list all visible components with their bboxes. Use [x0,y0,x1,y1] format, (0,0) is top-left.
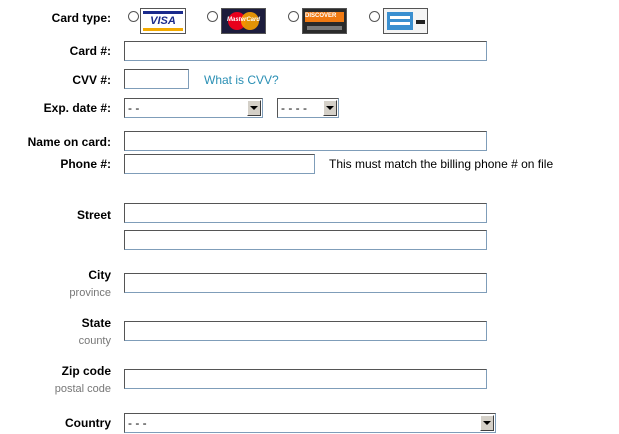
province-sublabel: province [69,287,111,299]
cvv-input[interactable] [124,69,189,89]
chevron-down-icon[interactable] [480,415,494,431]
card-number-label: Card #: [69,44,111,58]
country-label: Country [65,416,111,430]
street-line1-input[interactable] [124,203,487,223]
card-type-label: Card type: [51,11,111,25]
country-select[interactable]: - - - [124,413,496,433]
phone-note: This must match the billing phone # on f… [329,157,554,171]
amex-radio[interactable] [369,11,380,22]
mastercard-radio[interactable] [207,11,218,22]
discover-logo-text: DISCOVER [305,13,337,19]
mastercard-card-icon: MasterCard [221,8,266,34]
phone-input[interactable] [124,154,315,174]
what-is-cvv-link[interactable]: What is CVV? [204,73,279,87]
street-line2-input[interactable] [124,230,487,250]
name-on-card-input[interactable] [124,131,487,151]
country-value: - - - [128,416,147,430]
zip-code-input[interactable] [124,369,487,389]
exp-month-select[interactable]: - - [124,98,263,118]
zip-code-label: Zip code [61,364,111,378]
phone-label: Phone #: [60,157,111,171]
street-label: Street [76,208,111,222]
exp-date-label: Exp. date #: [43,101,111,115]
exp-year-select[interactable]: - - - - [277,98,339,118]
chevron-down-icon[interactable] [247,100,261,116]
amex-card-icon [383,8,428,34]
state-label: State [81,316,111,330]
visa-radio[interactable] [128,11,139,22]
chevron-down-icon[interactable] [323,100,337,116]
mastercard-logo-text: MasterCard [226,17,260,23]
city-label: City [88,268,111,282]
visa-card-icon: VISA [140,8,186,34]
discover-radio[interactable] [288,11,299,22]
cvv-label: CVV #: [72,73,111,87]
county-sublabel: county [78,335,111,347]
name-on-card-label: Name on card: [27,135,111,149]
state-input[interactable] [124,321,487,341]
exp-month-value: - - [128,101,140,115]
exp-year-value: - - - - [281,101,307,115]
card-number-input[interactable] [124,41,487,61]
postal-code-sublabel: postal code [54,383,111,395]
visa-logo-text: VISA [150,15,176,27]
city-input[interactable] [124,273,487,293]
discover-card-icon: DISCOVER [302,8,347,34]
